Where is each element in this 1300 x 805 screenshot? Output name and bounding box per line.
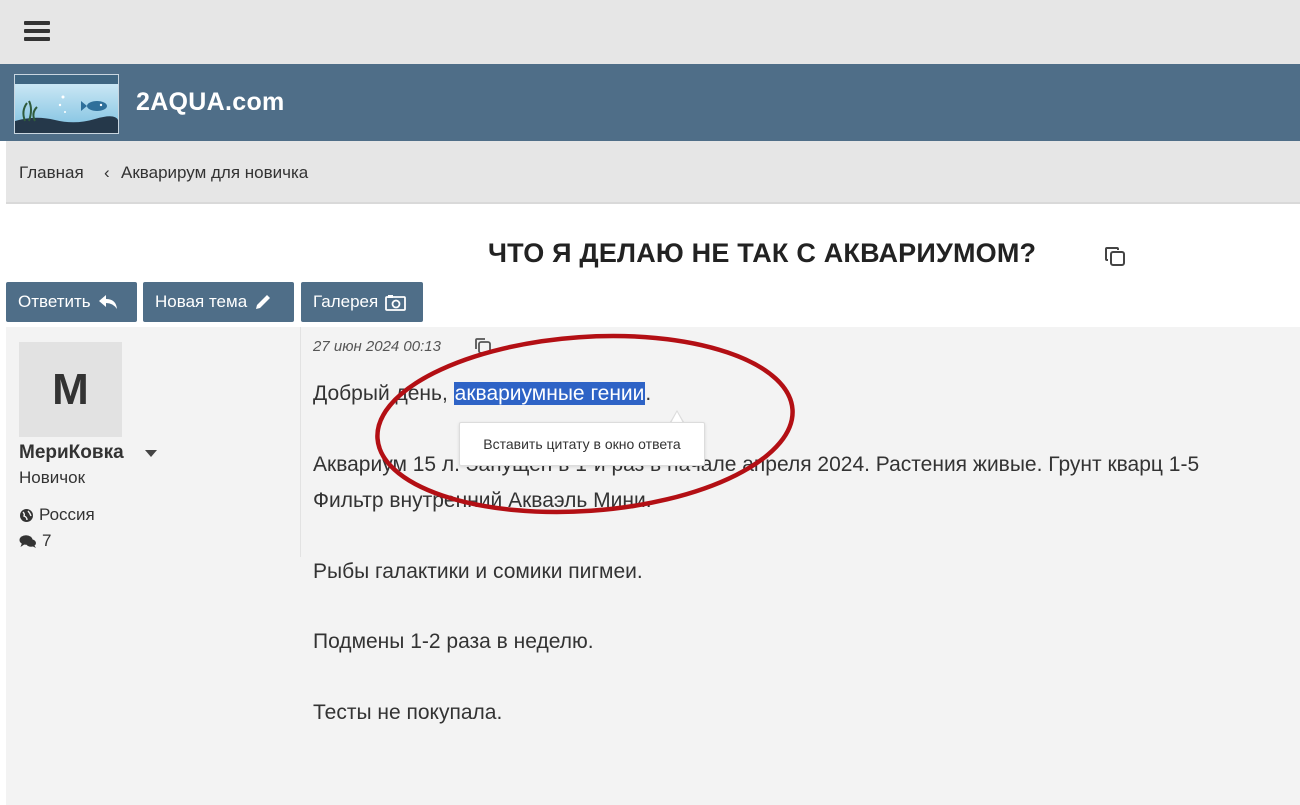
top-bar [0, 0, 1300, 64]
globe-icon [20, 508, 33, 522]
site-name[interactable]: 2AQUA.com [136, 88, 285, 117]
post-line-fish: Рыбы галактики и сомики пигмеи. [313, 560, 643, 583]
author-post-count-value: 7 [42, 531, 52, 550]
post: М МериКовка Новичок Россия 7 27 июн 2024… [6, 327, 1300, 805]
reply-button[interactable]: Ответить [6, 282, 137, 322]
post-greeting: Добрый день, аквариумные гении. [313, 382, 651, 406]
breadcrumb-home-link[interactable]: Главная [19, 163, 84, 183]
post-greeting-prefix: Добрый день, [313, 382, 454, 405]
author-panel: М МериКовка Новичок Россия 7 [6, 327, 301, 557]
quote-tooltip[interactable]: Вставить цитату в окно ответа [459, 422, 705, 466]
post-line-changes: Подмены 1-2 раза в неделю. [313, 630, 594, 653]
comments-icon [19, 534, 36, 548]
new-topic-button[interactable]: Новая тема [143, 282, 294, 322]
copy-post-link-icon[interactable] [473, 336, 493, 361]
post-date[interactable]: 27 июн 2024 00:13 [313, 338, 441, 355]
breadcrumb-separator: ‹ [104, 163, 110, 182]
quote-tooltip-label: Вставить цитату в окно ответа [483, 436, 681, 452]
author-location: Россия [19, 505, 95, 525]
gallery-button[interactable]: Галерея [301, 282, 423, 322]
breadcrumb-section-link[interactable]: Акварирум для новичка [121, 163, 308, 183]
menu-icon[interactable] [24, 21, 50, 41]
author-name[interactable]: МериКовка [19, 442, 124, 464]
author-post-count: 7 [19, 531, 51, 551]
chevron-down-icon[interactable] [145, 450, 157, 457]
camera-icon [385, 294, 407, 311]
post-line-aquarium: Аквариум 15 л. Запущен в 1-й раз в начал… [313, 453, 1200, 476]
selected-text[interactable]: аквариумные гении [453, 382, 646, 405]
avatar[interactable]: М [19, 342, 122, 437]
breadcrumb: Главная ‹ Акварирум для новичка [6, 141, 1300, 204]
post-line-tests: Тесты не покупала. [313, 701, 503, 724]
site-logo[interactable] [14, 74, 119, 134]
reply-button-label: Ответить [18, 292, 91, 311]
author-location-label: Россия [39, 505, 95, 524]
copy-link-icon[interactable] [1104, 245, 1127, 273]
gallery-button-label: Галерея [313, 292, 379, 311]
reply-arrow-icon [98, 295, 117, 309]
post-greeting-suffix: . [645, 382, 652, 405]
new-topic-button-label: Новая тема [155, 292, 248, 311]
author-rank: Новичок [19, 468, 86, 487]
topic-title: ЧТО Я ДЕЛАЮ НЕ ТАК С АКВАРИУМОМ? [488, 238, 1037, 268]
pencil-icon [256, 295, 271, 309]
site-header: 2AQUA.com [0, 64, 1300, 141]
post-line-filter: Фильтр внутренний Акваэль Мини. [313, 489, 652, 512]
